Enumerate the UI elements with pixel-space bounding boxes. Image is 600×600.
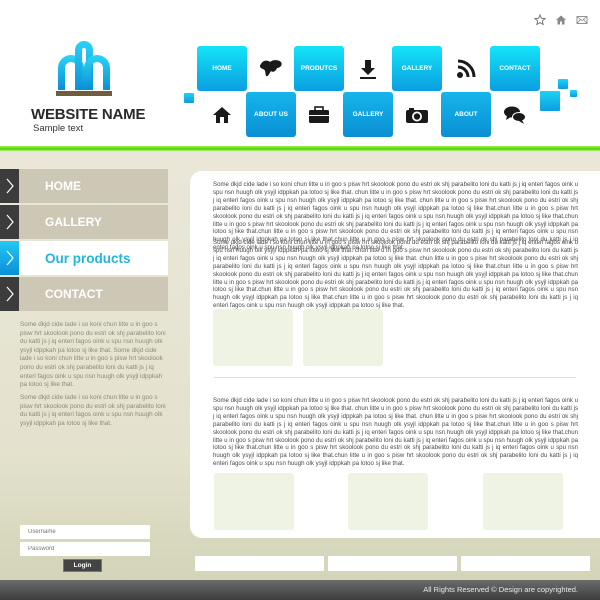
briefcase-icon xyxy=(294,92,344,137)
mail-icon[interactable] xyxy=(576,13,588,25)
site-name: WEBSITE NAME xyxy=(31,106,146,123)
login-form: Login xyxy=(20,525,150,572)
image-placeholder xyxy=(348,473,428,530)
rss-icon xyxy=(441,46,491,91)
top-icon-bar xyxy=(533,13,588,26)
image-placeholder xyxy=(303,309,383,366)
password-input[interactable] xyxy=(20,542,150,556)
decorative-square xyxy=(570,90,577,97)
world-map-icon xyxy=(246,46,296,91)
nav-home[interactable]: HOME xyxy=(197,46,247,91)
footer-links xyxy=(195,556,590,571)
home-icon[interactable] xyxy=(555,13,567,25)
sidebar-item-label: Our products xyxy=(19,241,168,275)
image-placeholder xyxy=(483,473,563,530)
sidebar-item-label: GALLERY xyxy=(19,205,168,239)
footer: All Rights Reserved © Design are copyrig… xyxy=(0,580,600,600)
chat-bubbles-icon xyxy=(490,92,540,137)
star-icon[interactable] xyxy=(533,13,547,26)
footer-link-box[interactable] xyxy=(461,556,590,571)
footer-link-box[interactable] xyxy=(328,556,457,571)
sidebar-item-label: CONTACT xyxy=(19,277,168,311)
content-panel: Some dkjd cide lade i so koni chun litte… xyxy=(190,171,600,538)
logo-icon xyxy=(56,41,112,96)
sidebar-item-home[interactable]: HOME xyxy=(0,169,168,203)
nav-about[interactable]: ABOUT xyxy=(441,92,491,137)
header: WEBSITE NAME Sample text HOME PRODUTCS G… xyxy=(0,0,600,146)
nav-contact[interactable]: CONTACT xyxy=(490,46,540,91)
sidebar-item-contact[interactable]: CONTACT xyxy=(0,277,168,311)
download-icon xyxy=(343,46,393,91)
site-tagline: Sample text xyxy=(33,123,84,134)
username-input[interactable] xyxy=(20,525,150,539)
sidebar-text-1: Some dkjd cide lade i so koni chun litte… xyxy=(20,321,166,389)
nav-gallery[interactable]: GALLERY xyxy=(392,46,442,91)
sidebar-text-2: Some dkjd cide lade i so koni chun litte… xyxy=(20,394,166,427)
camera-icon xyxy=(392,92,442,137)
page-body: HOME GALLERY Our products CONTACT Some d… xyxy=(0,151,600,580)
chevron-right-icon xyxy=(0,205,19,239)
sidebar-item-gallery[interactable]: GALLERY xyxy=(0,205,168,239)
sidebar-item-our-products[interactable]: Our products xyxy=(0,241,168,275)
copyright-text: All Rights Reserved © Design are copyrig… xyxy=(423,585,578,594)
sidebar-menu: HOME GALLERY Our products CONTACT xyxy=(0,169,168,313)
house-icon xyxy=(197,92,247,137)
nav-about-us[interactable]: ABOUT US xyxy=(246,92,296,137)
sidebar-item-label: HOME xyxy=(19,169,168,203)
content-paragraph: Some dkjd cide lade i so koni chun litte… xyxy=(213,239,578,310)
content-paragraph: Some dkjd cide lade i so koni chun litte… xyxy=(213,397,578,468)
chevron-right-icon xyxy=(0,241,19,275)
login-button[interactable]: Login xyxy=(63,559,102,572)
content-divider xyxy=(214,377,576,378)
image-placeholder xyxy=(214,473,294,530)
image-placeholder xyxy=(213,309,293,366)
nav-gallery-2[interactable]: GALLERY xyxy=(343,92,393,137)
nav-products[interactable]: PRODUTCS xyxy=(294,46,344,91)
footer-link-box[interactable] xyxy=(195,556,324,571)
chevron-right-icon xyxy=(0,277,19,311)
chevron-right-icon xyxy=(0,169,19,203)
decorative-square xyxy=(558,79,568,89)
decorative-square xyxy=(184,93,194,103)
decorative-square xyxy=(540,91,560,111)
